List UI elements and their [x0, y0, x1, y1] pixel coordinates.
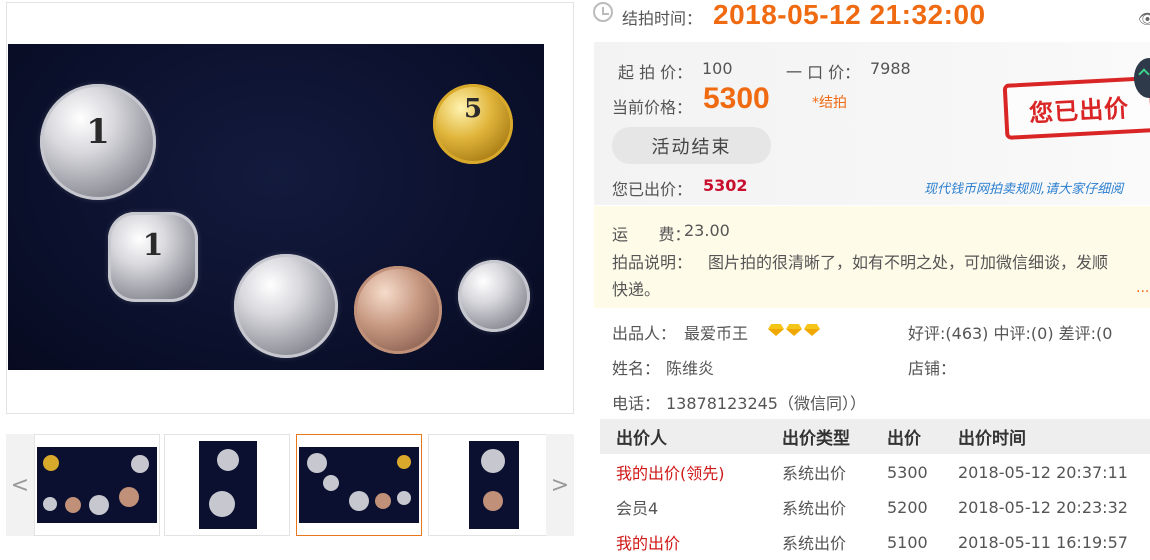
buy-now-value: 7988	[870, 59, 911, 78]
seller-name[interactable]: 最爱币王	[684, 320, 748, 344]
eye-icon[interactable]: 👁	[1138, 10, 1150, 28]
more-link[interactable]: ...	[1136, 280, 1149, 296]
ended-tag: *结拍	[812, 95, 847, 111]
thumbnail-1-image	[37, 447, 157, 523]
clock-icon	[593, 2, 613, 22]
seller-level-diamonds	[768, 321, 822, 340]
diamond-icon	[768, 324, 784, 336]
start-price-label: 起 拍 价：	[618, 63, 693, 82]
coin-2-fen	[354, 266, 442, 354]
col-type: 出价类型	[782, 429, 850, 449]
thumbnail-1[interactable]	[34, 434, 160, 536]
thumb-prev-arrow[interactable]: <	[6, 434, 34, 536]
phone-value: 13878123245（微信同））	[666, 394, 866, 413]
diamond-icon	[786, 324, 802, 336]
buy-now-label: 一 口 价：	[786, 63, 861, 82]
name-value: 陈维炎	[666, 359, 715, 378]
row-price: 5300	[887, 462, 928, 482]
row-type: 系统出价	[782, 499, 847, 518]
name-label: 姓名：	[612, 359, 661, 378]
current-price-label: 当前价格：	[612, 98, 693, 117]
coin-5-fen	[234, 254, 338, 358]
description-line-1: 图片拍的很清晰了，如有不明之处，可加微信细谈，发顺	[708, 253, 1109, 272]
col-price: 出价	[887, 429, 921, 449]
description-line-2: 快递。	[612, 280, 661, 299]
shipping-value: 23.00	[684, 221, 730, 240]
shop-label: 店铺：	[908, 359, 957, 378]
table-row: 我的出价(领先) 系统出价 5300 2018-05-12 20:37:11	[600, 454, 1150, 490]
thumb-next-arrow[interactable]: >	[546, 434, 574, 536]
auction-rules-link[interactable]: 现代钱币网拍卖规则,请大家仔细阅	[924, 178, 1123, 197]
coin-1-jiao-numeral: 1	[142, 228, 164, 263]
end-time-value: 2018-05-12 21:32:00	[713, 0, 986, 30]
row-bidder: 我的出价(领先)	[616, 464, 725, 483]
shipping-label: 运 费：	[612, 225, 691, 244]
row-type: 系统出价	[782, 464, 847, 483]
bid-table-header: 出价人 出价类型 出价 出价时间	[600, 419, 1150, 454]
col-bidder: 出价人	[616, 429, 667, 449]
seller-label: 出品人：	[612, 324, 677, 343]
end-time-label: 结拍时间：	[622, 9, 703, 28]
thumbnail-2[interactable]	[164, 434, 290, 536]
row-time: 2018-05-12 20:23:32	[958, 497, 1128, 517]
auction-ended-button[interactable]: 活动结束	[612, 127, 771, 164]
table-row: 会员4 系统出价 5200 2018-05-12 20:23:32	[600, 489, 1150, 525]
coin-1-yuan: 1	[40, 84, 156, 200]
col-time: 出价时间	[958, 429, 1026, 449]
thumbnail-2-image	[199, 441, 257, 529]
thumbnail-3-image	[299, 447, 419, 523]
thumbnail-4[interactable]	[428, 434, 554, 536]
coin-5-jiao: 5	[433, 84, 513, 164]
main-coin-photo[interactable]: 1 5 1	[8, 44, 544, 370]
bid-placed-stamp: 您已出价	[1002, 76, 1150, 140]
coin-1-fen	[458, 260, 530, 332]
my-bid-value: 5302	[703, 176, 748, 195]
row-price: 5200	[887, 497, 928, 517]
coin-1-jiao: 1	[108, 212, 198, 302]
coin-1-yuan-numeral: 1	[86, 112, 110, 152]
start-price-value: 100	[702, 59, 733, 78]
current-price-value: 5300	[703, 82, 770, 115]
seller-rating: 好评:(463) 中评:(0) 差评:(0	[908, 324, 1113, 343]
coin-5-jiao-numeral: 5	[463, 94, 483, 124]
row-bidder: 会员4	[616, 499, 659, 518]
row-time: 2018-05-12 20:37:11	[958, 462, 1128, 482]
my-bid-label: 您已出价：	[612, 180, 693, 199]
description-label: 拍品说明：	[612, 253, 693, 272]
thumbnail-3-active[interactable]	[296, 434, 422, 536]
phone-label: 电话：	[612, 394, 661, 413]
thumbnail-4-image	[469, 441, 519, 529]
diamond-icon	[804, 324, 820, 336]
